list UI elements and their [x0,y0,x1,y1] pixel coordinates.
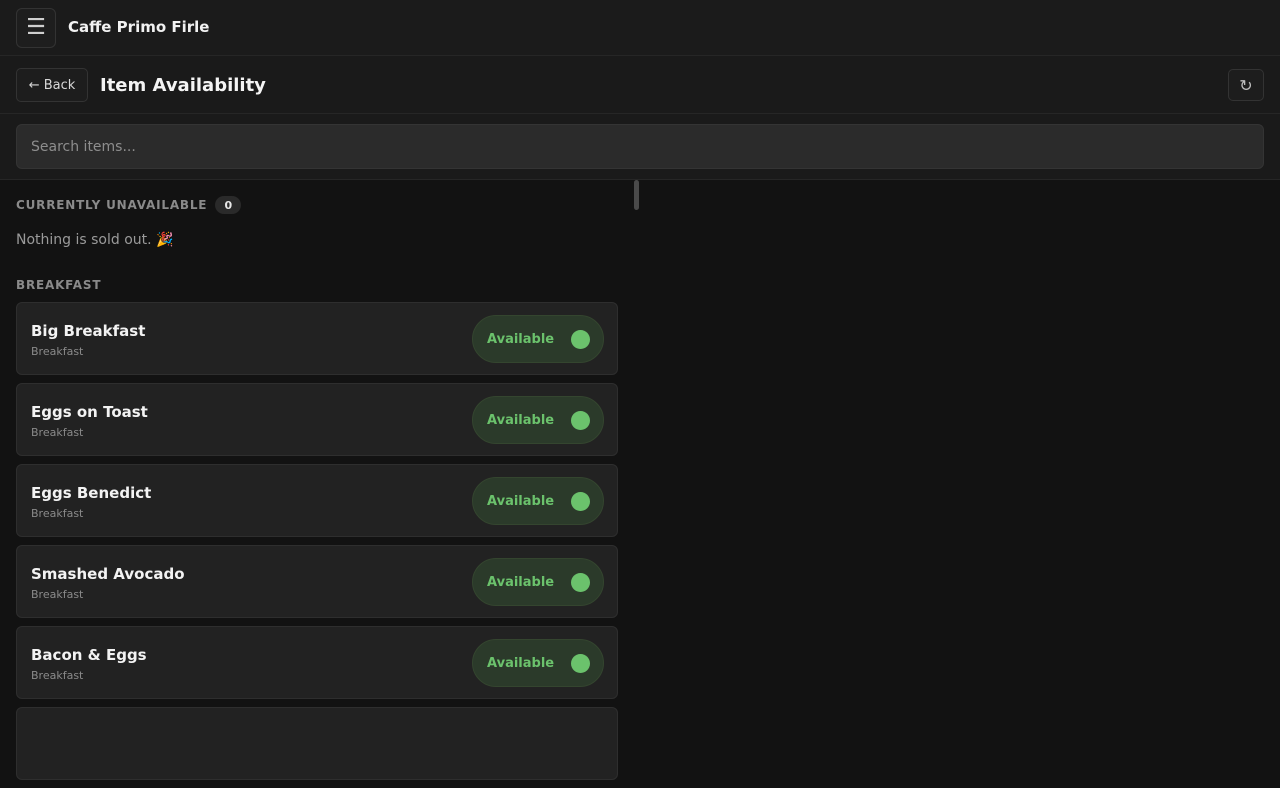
item-name: Eggs on Toast [31,403,148,421]
availability-status-label: Available [487,655,555,671]
hamburger-menu-icon: ☰ [26,15,46,40]
item-category: Breakfast [31,345,84,358]
availability-toggle[interactable]: Available [472,396,604,444]
refresh-button[interactable]: ↻ [1228,69,1264,101]
availability-toggle[interactable]: Available [472,477,604,525]
toggle-knob-icon [571,654,590,673]
item-list-panel[interactable]: CURRENTLY UNAVAILABLE 0 Nothing is sold … [0,180,1280,780]
availability-status-label: Available [487,331,555,347]
availability-toggle[interactable]: Available [472,639,604,687]
item-category: Breakfast [31,669,84,682]
unavailable-count-badge: 0 [215,196,242,214]
item-category: Breakfast [31,426,84,439]
toggle-knob-icon [571,573,590,592]
item-name: Bacon & Eggs [31,646,147,664]
item-name: Big Breakfast [31,322,146,340]
app-title: Caffe Primo Firle [68,18,210,36]
scrollbar-thumb[interactable] [634,180,639,210]
item-card: Eggs on Toast Breakfast Available [16,383,618,456]
availability-status-label: Available [487,574,555,590]
item-category: Breakfast [31,507,84,520]
toggle-knob-icon [571,330,590,349]
page-title: Item Availability [100,75,266,96]
page-header: ← Back Item Availability ↻ [0,56,1280,114]
refresh-icon: ↻ [1239,75,1253,95]
search-input[interactable] [16,124,1264,169]
item-category: Breakfast [31,588,84,601]
menu-button[interactable]: ☰ [16,8,56,48]
availability-toggle[interactable]: Available [472,558,604,606]
breakfast-section-heading: BREAKFAST [16,278,101,292]
search-bar [0,114,1280,180]
breakfast-item-list: Big Breakfast Breakfast Available Eggs o… [16,302,618,788]
toggle-knob-icon [571,411,590,430]
item-name: Smashed Avocado [31,565,185,583]
breakfast-heading-label: BREAKFAST [16,278,102,292]
empty-unavailable-message: Nothing is sold out. 🎉 [16,232,174,248]
availability-toggle[interactable]: Available [472,315,604,363]
availability-status-label: Available [487,493,555,509]
unavailable-section-heading: CURRENTLY UNAVAILABLE 0 [16,196,242,214]
top-bar: ☰ Caffe Primo Firle [0,0,1280,56]
item-card: Big Breakfast Breakfast Available [16,302,618,375]
item-name: Eggs Benedict [31,484,152,502]
item-card: Bacon & Eggs Breakfast Available [16,626,618,699]
back-button[interactable]: ← Back [16,68,88,102]
toggle-knob-icon [571,492,590,511]
item-card: Smashed Avocado Breakfast Available [16,545,618,618]
item-card: Eggs Benedict Breakfast Available [16,464,618,537]
availability-status-label: Available [487,412,555,428]
item-card-partial [16,707,618,780]
unavailable-heading-label: CURRENTLY UNAVAILABLE [16,198,208,212]
